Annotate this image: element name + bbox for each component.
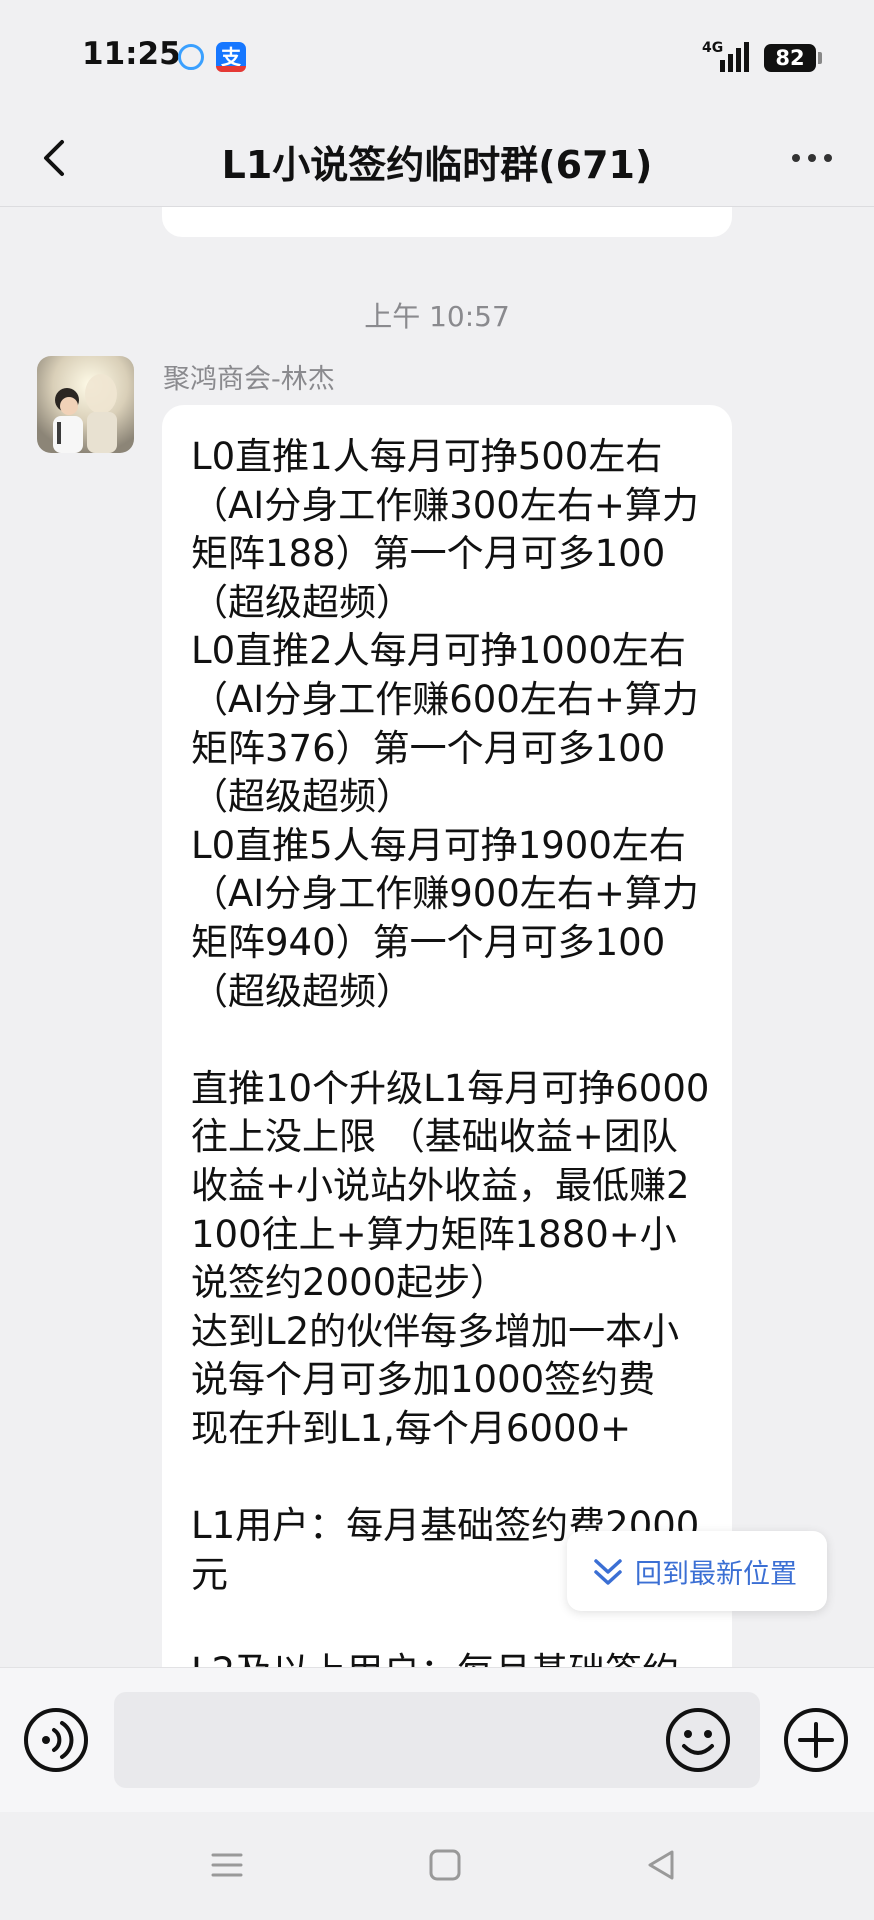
message-bubble[interactable]: L0直推1人每月可挣500左右（AI分身工作赚300左右+算力矩阵188）第一个… xyxy=(162,405,732,1667)
plus-icon[interactable] xyxy=(782,1706,850,1774)
chat-area[interactable]: 上午 10:57 聚鸿商会-林杰 L0直推1人每月可挣500左右（AI分身工作赚… xyxy=(0,207,874,1667)
message-timestamp: 上午 10:57 xyxy=(364,300,510,333)
system-navigation-bar xyxy=(0,1812,874,1920)
menu-icon[interactable] xyxy=(210,1848,244,1882)
signal-icon xyxy=(720,42,749,72)
voice-icon[interactable] xyxy=(22,1706,90,1774)
jump-to-latest-button[interactable]: 回到最新位置 xyxy=(567,1531,827,1611)
battery-icon: 82 xyxy=(764,44,816,72)
back-triangle-icon[interactable] xyxy=(644,1848,678,1882)
status-bar: 11:25 支 4G 82 xyxy=(0,0,874,110)
jump-to-latest-label: 回到最新位置 xyxy=(635,1559,797,1590)
chat-header: L1小说签约临时群(671) xyxy=(0,110,874,207)
double-chevron-down-icon xyxy=(594,1559,622,1585)
group-title: L1小说签约临时群(671) xyxy=(221,143,653,187)
sender-name: 聚鸿商会-林杰 xyxy=(163,364,335,395)
more-icon[interactable] xyxy=(790,144,834,172)
sender-avatar[interactable] xyxy=(37,356,134,453)
emoji-icon[interactable] xyxy=(664,1706,732,1774)
status-time: 11:25 xyxy=(82,36,181,72)
alipay-icon: 支 xyxy=(216,42,246,72)
battery-cap xyxy=(818,52,822,64)
quark-browser-icon xyxy=(178,44,204,70)
home-icon[interactable] xyxy=(428,1848,462,1882)
input-bar xyxy=(0,1667,874,1813)
previous-message-bubble[interactable] xyxy=(162,207,732,237)
message-text: L0直推1人每月可挣500左右（AI分身工作赚300左右+算力矩阵188）第一个… xyxy=(191,435,710,1667)
